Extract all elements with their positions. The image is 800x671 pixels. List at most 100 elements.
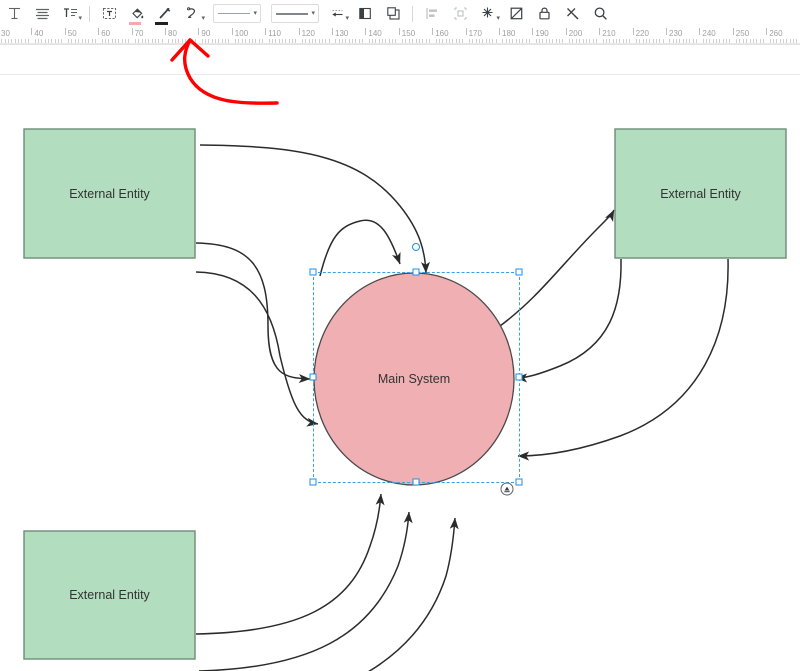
ruler-major-tick — [699, 28, 701, 35]
line-preview — [218, 13, 251, 14]
ruler-label: 30 — [1, 29, 10, 38]
ruler-major-tick — [666, 28, 667, 35]
ruler-major-tick — [632, 28, 634, 35]
edit-points-icon[interactable] — [558, 1, 586, 27]
toolbar-separator — [89, 5, 90, 22]
ruler-label: 140 — [368, 29, 382, 38]
bring-to-front-icon[interactable] — [351, 1, 379, 27]
drawing-application-window: ▾ ▾ ▾ ▾ ▾ ▾ 30 40 50 60 70 80 90 100 110… — [0, 0, 800, 671]
ruler-baseline — [0, 43, 800, 44]
ruler-major-tick — [231, 28, 233, 35]
rotate-handle[interactable] — [412, 243, 420, 251]
ruler-label: 60 — [101, 29, 111, 38]
chevron-down-icon: ▾ — [311, 10, 315, 17]
ruler-label: 70 — [134, 29, 144, 38]
formatting-toolbar: ▾ ▾ ▾ ▾ ▾ ▾ — [0, 0, 800, 28]
ruler-label: 40 — [34, 29, 44, 38]
resize-handle-middle-left[interactable] — [309, 373, 317, 381]
ruler-major-tick — [565, 28, 567, 35]
resize-handle-bottom-center[interactable] — [412, 478, 420, 486]
zoom-search-icon[interactable] — [586, 1, 614, 27]
ruler-label: 220 — [635, 29, 649, 38]
flow-process-to-topleft-a[interactable] — [319, 219, 401, 277]
ruler-label: 110 — [268, 29, 281, 38]
external-entity-bottom-left[interactable] — [23, 530, 196, 660]
ruler-major-tick — [365, 28, 367, 35]
ruler-major-tick — [465, 28, 467, 35]
ruler-label: 50 — [67, 29, 77, 38]
flow-topleft-to-process-c[interactable] — [195, 271, 319, 427]
chevron-down-icon: ▾ — [253, 10, 257, 17]
ruler-major-tick — [332, 28, 333, 35]
resize-handle-top-left[interactable] — [309, 268, 317, 276]
ruler-label: 190 — [535, 29, 549, 38]
flow-topright-to-process-b[interactable] — [517, 258, 729, 461]
ruler-major-tick — [432, 28, 434, 35]
resize-handle-bottom-right[interactable] — [515, 478, 523, 486]
line-width-preview — [276, 12, 309, 15]
ruler-major-tick — [499, 28, 500, 35]
resize-handle-top-center[interactable] — [412, 268, 420, 276]
chevron-down-icon: ▾ — [345, 14, 349, 22]
ruler-label: 180 — [502, 29, 516, 38]
chevron-down-icon: ▾ — [496, 14, 500, 22]
ruler-label: 120 — [301, 29, 315, 38]
ruler-major-tick — [165, 28, 166, 35]
text-position-icon[interactable]: ▾ — [56, 1, 84, 27]
page-top-margin-area — [0, 45, 800, 75]
resize-handle-top-right[interactable] — [515, 268, 523, 276]
ruler-label: 100 — [234, 29, 249, 38]
flow-process-to-topleft-top[interactable] — [199, 144, 430, 274]
ruler-major-tick — [732, 28, 734, 35]
node-layer — [23, 128, 787, 660]
send-to-back-icon[interactable] — [379, 1, 407, 27]
effects-icon[interactable]: ▾ — [474, 1, 502, 27]
line-color-icon[interactable] — [151, 1, 179, 27]
flow-process-to-bottomleft-b[interactable] — [198, 511, 413, 671]
main-system-process[interactable] — [313, 272, 515, 486]
line-type-dropdown[interactable]: ▾ — [213, 4, 261, 23]
ruler-major-tick — [398, 28, 400, 35]
flow-topright-to-process-a[interactable] — [515, 258, 622, 383]
ruler-label: 260 — [769, 29, 783, 38]
flow-topleft-to-process-b[interactable] — [195, 242, 311, 384]
ruler-major-tick — [198, 28, 200, 35]
external-entity-top-right[interactable] — [614, 128, 787, 259]
ruler-major-tick — [31, 28, 33, 35]
align-center-icon[interactable] — [28, 1, 56, 27]
drawing-canvas[interactable]: External Entity External Entity External E… — [0, 76, 800, 671]
lock-icon[interactable] — [530, 1, 558, 27]
ruler-label: 200 — [568, 29, 583, 38]
horizontal-ruler[interactable]: 30 40 50 60 70 80 90 100 110 120 130 140 150 160 170 18… — [0, 28, 800, 45]
line-width-dropdown[interactable]: ▾ — [271, 4, 319, 23]
flow-process-to-bottomleft-c[interactable] — [199, 517, 459, 671]
resize-handle-bottom-left[interactable] — [309, 478, 317, 486]
ruler-major-tick — [766, 28, 768, 35]
text-spacing-icon[interactable] — [0, 1, 28, 27]
distribute-icon[interactable] — [446, 1, 474, 27]
ruler-label: 240 — [702, 29, 716, 38]
resize-handle-middle-right[interactable] — [515, 373, 523, 381]
shape-menu-handle[interactable] — [500, 482, 514, 496]
connector-style-icon[interactable]: ▾ — [179, 1, 207, 27]
flow-bottomleft-to-process-a[interactable] — [195, 493, 385, 635]
ruler-major-tick — [532, 28, 534, 35]
ruler-label: 210 — [602, 29, 616, 38]
ruler-label: 130 — [335, 29, 349, 38]
insert-text-box-icon[interactable] — [95, 1, 123, 27]
external-entity-top-left[interactable] — [23, 128, 196, 259]
chevron-down-icon: ▾ — [201, 14, 205, 22]
align-objects-icon[interactable] — [418, 1, 446, 27]
ruler-label: 150 — [401, 29, 416, 38]
ruler-major-tick — [599, 28, 601, 35]
ruler-major-tick — [64, 28, 66, 35]
arrow-style-icon[interactable]: ▾ — [323, 1, 351, 27]
shadow-icon[interactable] — [502, 1, 530, 27]
toolbar-separator — [412, 5, 413, 22]
ruler-major-tick — [298, 28, 300, 35]
chevron-down-icon: ▾ — [78, 14, 82, 22]
fill-color-icon[interactable] — [123, 1, 151, 27]
ruler-label: 170 — [468, 29, 482, 38]
ruler-label: 80 — [168, 29, 177, 38]
ruler-major-tick — [98, 28, 100, 35]
